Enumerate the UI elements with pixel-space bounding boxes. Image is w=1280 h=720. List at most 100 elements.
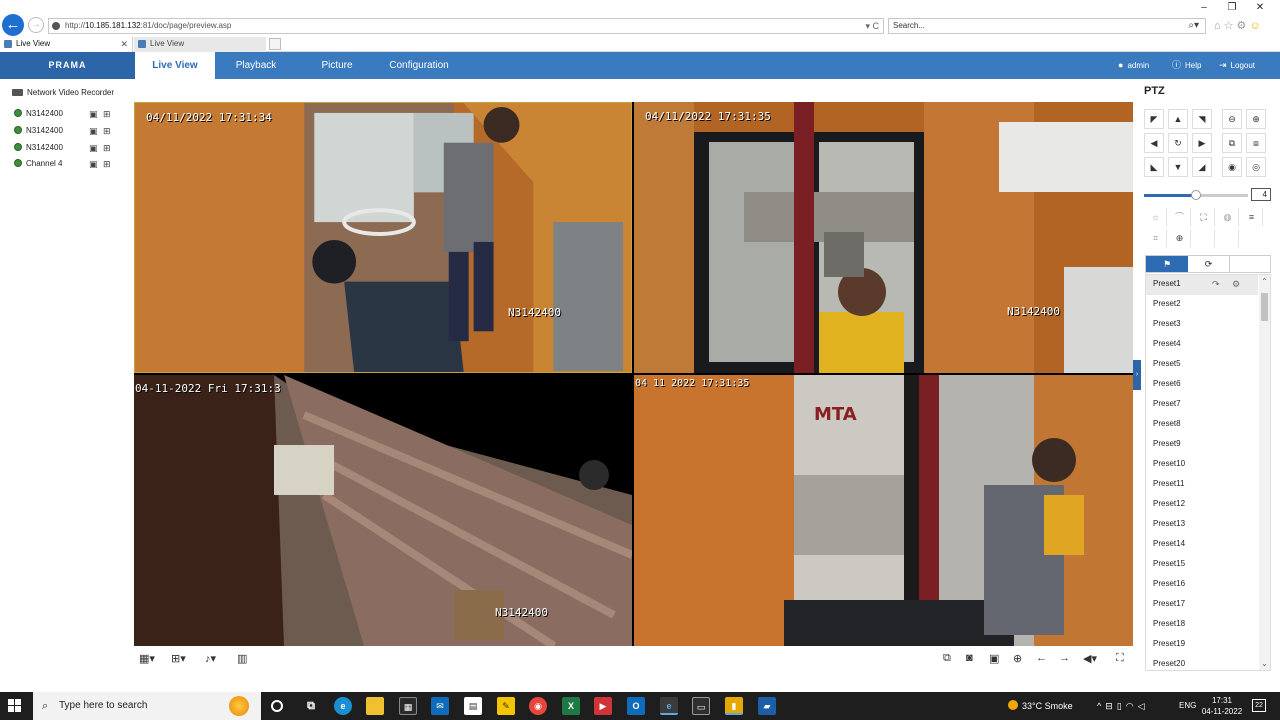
call-preset-icon[interactable]: ↷	[1212, 275, 1220, 293]
preset-item[interactable]: Preset13	[1146, 515, 1258, 535]
weather-widget[interactable]: 33°C Smoke	[1008, 692, 1073, 720]
nav-playback[interactable]: Playback	[215, 52, 297, 79]
record-all-icon[interactable]: ▣	[989, 652, 999, 665]
mail-icon[interactable]: ✉	[431, 697, 449, 715]
preset-item[interactable]: Preset9	[1146, 435, 1258, 455]
tab-patrol[interactable]: ⟳	[1188, 256, 1230, 272]
notepad-icon[interactable]: ▤	[464, 697, 482, 715]
preset-item[interactable]: Preset6	[1146, 375, 1258, 395]
wiper-icon[interactable]: ⌒	[1169, 208, 1191, 226]
record-icon[interactable]: ▣	[89, 126, 98, 136]
preset-item[interactable]: Preset3	[1146, 315, 1258, 335]
battery-icon[interactable]: ▯	[1117, 701, 1126, 711]
preset-item[interactable]: Preset15	[1146, 555, 1258, 575]
stream-type-icon[interactable]: ⊞▾	[171, 652, 186, 665]
volume-icon[interactable]: ◀▾	[1083, 652, 1097, 665]
taskbar-search-input[interactable]: ⌕ Type here to search	[33, 692, 261, 720]
folder-app-icon[interactable]: ▮	[725, 697, 743, 715]
pan-down-icon[interactable]: ▼	[1168, 157, 1188, 177]
preset-item[interactable]: Preset7	[1146, 395, 1258, 415]
preset-item[interactable]: Preset16	[1146, 575, 1258, 595]
preset-item[interactable]: Preset17	[1146, 595, 1258, 615]
stop-all-icon[interactable]: ▥	[237, 652, 247, 665]
channel-item[interactable]: N3142400 ▣ ⊞	[14, 109, 124, 119]
menu-icon[interactable]: ≡	[1241, 208, 1263, 226]
volume-icon[interactable]: ◁	[1138, 701, 1149, 711]
user-menu[interactable]: ● admin	[1118, 52, 1149, 79]
video-tile[interactable]: MTA 04 11 2022 17:31:35	[634, 375, 1133, 646]
channel-item[interactable]: N3142400 ▣ ⊞	[14, 143, 124, 153]
microphone-icon[interactable]: ♪▾	[205, 652, 216, 665]
show-hidden-icons-icon[interactable]: ^	[1097, 701, 1105, 711]
iris-open-icon[interactable]: ◎	[1246, 157, 1266, 177]
preset-item[interactable]: Preset1 ↷ ⚙	[1146, 275, 1258, 295]
3d-zoom-icon[interactable]: ⊕	[1169, 229, 1191, 247]
window-layout-icon[interactable]: ▦▾	[139, 652, 155, 665]
sticky-notes-icon[interactable]: ✎	[497, 697, 515, 715]
close-window-button[interactable]: ✕	[1246, 2, 1274, 13]
nav-picture[interactable]: Picture	[297, 52, 377, 79]
forward-button[interactable]: →	[28, 17, 44, 33]
preset-scrollbar[interactable]: ⌃ ⌄	[1259, 275, 1270, 670]
preset-item[interactable]: Preset14	[1146, 535, 1258, 555]
edge-icon[interactable]: e	[334, 697, 352, 715]
preset-item[interactable]: Preset5	[1146, 355, 1258, 375]
internet-explorer-icon[interactable]: e	[660, 697, 678, 715]
network-icon[interactable]: ⊟	[1105, 701, 1117, 711]
settings-gear-icon[interactable]: ⚙	[1237, 20, 1250, 32]
record-icon[interactable]: ▣	[89, 109, 98, 119]
store-icon[interactable]: ▦	[399, 697, 417, 715]
preset-item[interactable]: Preset20	[1146, 655, 1258, 670]
previous-page-icon[interactable]: ←	[1036, 652, 1047, 664]
notification-center-icon[interactable]: 22	[1252, 699, 1266, 712]
browser-tab[interactable]: Live View	[134, 37, 266, 52]
zoom-in-icon[interactable]: ⊕	[1013, 652, 1022, 665]
video-tile[interactable]: 04/11/2022 17:31:34 N3142400	[134, 102, 632, 373]
address-bar[interactable]: http://10.185.181.132:81/doc/page/previe…	[48, 18, 884, 34]
preset-item[interactable]: Preset2	[1146, 295, 1258, 315]
iris-close-icon[interactable]: ◉	[1222, 157, 1242, 177]
focus-near-icon[interactable]: ⧉	[1222, 133, 1242, 153]
auxiliary-focus-icon[interactable]: ⛶	[1193, 208, 1215, 226]
home-icon[interactable]: ⌂	[1214, 20, 1224, 32]
lens-init-icon[interactable]: ◍	[1217, 208, 1239, 226]
start-windows-icon[interactable]	[8, 699, 22, 713]
zoom-out-icon[interactable]: ⊖	[1222, 109, 1242, 129]
task-view-icon[interactable]: ⧉	[302, 697, 320, 715]
record-icon[interactable]: ▣	[89, 143, 98, 153]
nav-configuration[interactable]: Configuration	[377, 52, 461, 79]
collapse-panel-icon[interactable]: ›	[1133, 360, 1141, 390]
system-tray[interactable]: ^⊟▯◠◁	[1097, 692, 1149, 720]
pan-left-icon[interactable]: ◀	[1144, 133, 1164, 153]
preset-item[interactable]: Preset10	[1146, 455, 1258, 475]
new-tab-button[interactable]	[269, 38, 281, 50]
preset-item[interactable]: Preset18	[1146, 615, 1258, 635]
pan-up-right-icon[interactable]: ◥	[1192, 109, 1212, 129]
pan-up-icon[interactable]: ▲	[1168, 109, 1188, 129]
cortana-icon[interactable]	[271, 700, 283, 712]
preset-item[interactable]: Preset11	[1146, 475, 1258, 495]
window-app-icon[interactable]: ▭	[692, 697, 710, 715]
start-all-live-icon[interactable]: ⧉	[943, 652, 951, 665]
zoom-in-icon[interactable]: ⊕	[1246, 109, 1266, 129]
pan-down-right-icon[interactable]: ◢	[1192, 157, 1212, 177]
playback-icon[interactable]: ⊞	[103, 159, 111, 169]
video-tile[interactable]: 04/11/2022 17:31:35 N3142400	[634, 102, 1133, 373]
manual-tracking-icon[interactable]: ⌗	[1145, 229, 1167, 247]
outlook-icon[interactable]: O	[627, 697, 645, 715]
channel-item[interactable]: N3142400 ▣ ⊞	[14, 126, 124, 136]
pan-right-icon[interactable]: ▶	[1192, 133, 1212, 153]
nav-live-view[interactable]: Live View	[135, 52, 215, 79]
help-link[interactable]: ⓘ Help	[1172, 52, 1201, 79]
preset-item[interactable]: Preset8	[1146, 415, 1258, 435]
video-tile[interactable]: 04-11-2022 Fri 17:31:3 N3142400	[134, 375, 632, 646]
file-explorer-icon[interactable]	[366, 697, 384, 715]
tab-preset[interactable]: ⚑	[1146, 256, 1188, 272]
focus-far-icon[interactable]: ⧈	[1246, 133, 1266, 153]
pan-up-left-icon[interactable]: ◤	[1144, 109, 1164, 129]
search-icon[interactable]: ⌕▾	[1188, 19, 1199, 33]
logout-link[interactable]: ⇥ Logout	[1219, 52, 1255, 79]
minimize-button[interactable]: –	[1190, 2, 1218, 13]
scroll-thumb[interactable]	[1261, 293, 1268, 321]
set-preset-icon[interactable]: ⚙	[1232, 275, 1240, 293]
